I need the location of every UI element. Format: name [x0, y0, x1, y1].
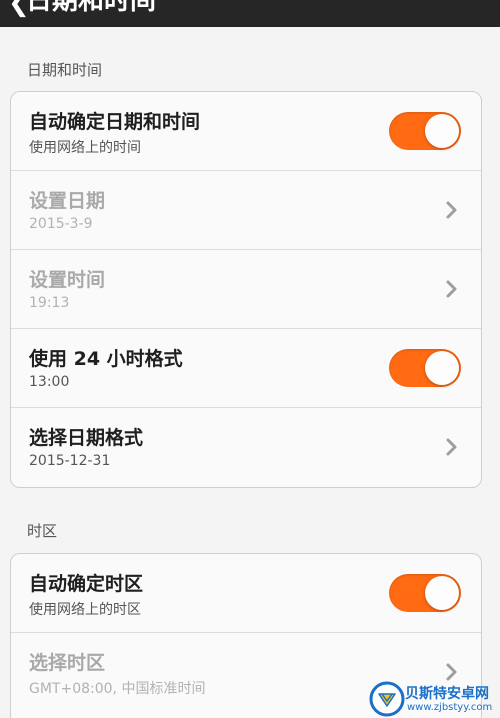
row-title: 使用 24 小时格式: [29, 348, 183, 370]
use-24-hour-row[interactable]: 使用 24 小时格式 13:00: [11, 329, 481, 408]
watermark-url: www.zjbstyy.com: [407, 702, 493, 713]
set-date-row[interactable]: 设置日期 2015-3-9: [11, 171, 481, 250]
row-subtitle: GMT+08:00, 中国标准时间: [29, 681, 206, 697]
date-format-row[interactable]: 选择日期格式 2015-12-31: [11, 408, 481, 487]
section-header-time-zone: 时区: [27, 522, 58, 540]
row-subtitle: 13:00: [29, 374, 70, 390]
row-subtitle: 2015-3-9: [29, 216, 93, 232]
row-title: 设置时间: [29, 269, 106, 291]
row-subtitle: 使用网络上的时间: [29, 140, 141, 156]
row-title: 选择日期格式: [29, 427, 144, 449]
toggle-knob: [425, 576, 459, 610]
auto-date-time-row[interactable]: 自动确定日期和时间 使用网络上的时间: [11, 92, 481, 171]
watermark: 贝斯特安卓网 www.zjbstyy.com: [369, 678, 500, 718]
row-title: 自动确定日期和时间: [29, 111, 201, 133]
chevron-right-icon: [446, 438, 457, 456]
row-subtitle: 2015-12-31: [29, 453, 111, 469]
watermark-name: 贝斯特安卓网: [405, 686, 489, 702]
toggle-knob: [425, 351, 459, 385]
top-bar: ❮ 日期和时间: [0, 0, 500, 27]
chevron-right-icon: [446, 201, 457, 219]
back-chevron-icon[interactable]: ❮: [8, 0, 30, 18]
auto-time-zone-row[interactable]: 自动确定时区 使用网络上的时区: [11, 554, 481, 633]
brand-logo-icon: [369, 681, 405, 717]
toggle-knob: [425, 114, 459, 148]
date-time-card: 自动确定日期和时间 使用网络上的时间 设置日期 2015-3-9 设置时间 19…: [10, 91, 482, 488]
row-title: 选择时区: [29, 652, 106, 674]
set-time-row[interactable]: 设置时间 19:13: [11, 250, 481, 329]
page-title: 日期和时间: [26, 0, 157, 16]
chevron-right-icon: [446, 280, 457, 298]
auto-time-zone-toggle[interactable]: [389, 574, 461, 612]
row-subtitle: 19:13: [29, 295, 70, 311]
auto-date-time-toggle[interactable]: [389, 112, 461, 150]
row-subtitle: 使用网络上的时区: [29, 602, 141, 618]
use-24-hour-toggle[interactable]: [389, 349, 461, 387]
section-header-date-time: 日期和时间: [27, 61, 103, 79]
row-title: 自动确定时区: [29, 573, 144, 595]
row-title: 设置日期: [29, 190, 106, 212]
